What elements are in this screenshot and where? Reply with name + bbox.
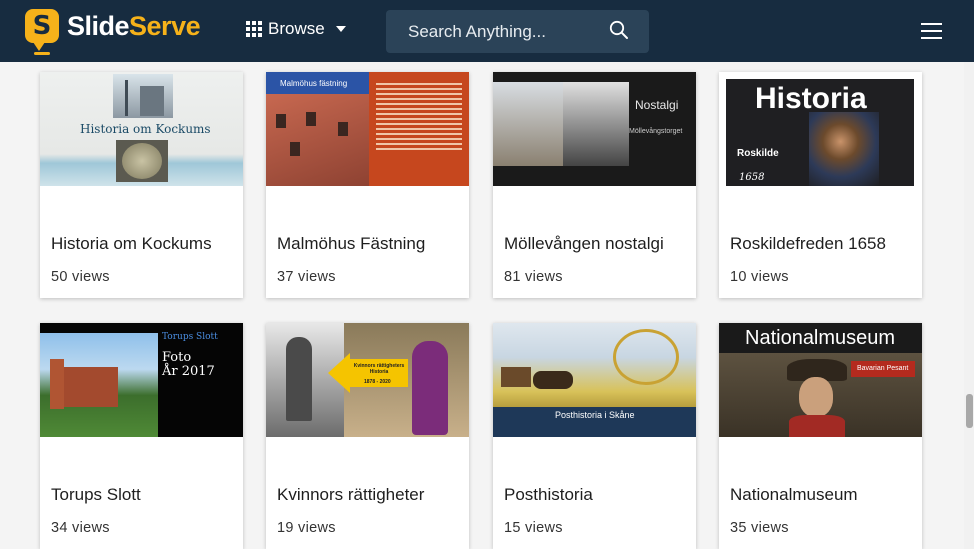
logo-icon: S bbox=[25, 9, 59, 55]
presentation-thumbnail[interactable]: Kvinnors rättigheters Historia 1878 - 20… bbox=[266, 323, 469, 437]
view-count: 37 views bbox=[277, 269, 336, 285]
presentation-card[interactable]: Historia Roskilde 1658 Roskildefreden 16… bbox=[719, 72, 922, 298]
presentation-thumbnail[interactable]: Malmöhus fästning bbox=[266, 72, 469, 186]
thumbnail-title: Kvinnors rättigheters Historia bbox=[353, 363, 405, 375]
brand-name: SlideServe bbox=[67, 11, 201, 41]
presentation-card[interactable]: Nostalgi Möllevångstorget Möllevången no… bbox=[493, 72, 696, 298]
top-navigation-bar: S SlideServe Browse bbox=[0, 0, 974, 62]
card-title[interactable]: Roskildefreden 1658 bbox=[730, 234, 886, 254]
thumbnail-subtitle: 1878 - 2020 bbox=[364, 379, 391, 385]
presentation-thumbnail[interactable]: Historia om Kockums bbox=[40, 72, 243, 186]
thumbnail-subtitle: Möllevångstorget bbox=[629, 128, 683, 135]
hamburger-menu-icon[interactable] bbox=[921, 23, 942, 39]
presentation-thumbnail[interactable]: Nostalgi Möllevångstorget bbox=[493, 72, 696, 186]
thumbnail-subtitle: Foto bbox=[162, 350, 192, 365]
search-icon[interactable] bbox=[609, 20, 629, 40]
presentation-card[interactable]: Kvinnors rättigheters Historia 1878 - 20… bbox=[266, 323, 469, 549]
presentation-card[interactable]: Malmöhus fästning Malmöhus Fästning 37 v… bbox=[266, 72, 469, 298]
presentation-card[interactable]: Posthistoria i Skåne Posthistoria 15 vie… bbox=[493, 323, 696, 549]
thumbnail-title: Nostalgi bbox=[635, 98, 679, 112]
thumbnail-title: Torups Slott bbox=[162, 332, 218, 342]
presentation-thumbnail[interactable]: Historia Roskilde 1658 bbox=[719, 72, 922, 186]
card-title[interactable]: Nationalmuseum bbox=[730, 485, 858, 505]
thumbnail-subtitle: Roskilde bbox=[737, 148, 779, 159]
page-scrollbar-track[interactable] bbox=[964, 62, 974, 549]
view-count: 50 views bbox=[51, 269, 110, 285]
thumbnail-year: 1658 bbox=[739, 172, 765, 183]
thumbnail-title: Nationalmuseum bbox=[745, 327, 896, 349]
browse-menu-button[interactable]: Browse bbox=[246, 19, 346, 39]
card-title[interactable]: Torups Slott bbox=[51, 485, 141, 505]
view-count: 35 views bbox=[730, 520, 789, 536]
card-title[interactable]: Malmöhus Fästning bbox=[277, 234, 425, 254]
presentation-thumbnail[interactable]: Posthistoria i Skåne bbox=[493, 323, 696, 437]
grid-icon bbox=[246, 21, 262, 37]
slideserve-logo[interactable]: S SlideServe bbox=[25, 9, 201, 55]
presentation-thumbnail[interactable]: Torups Slott Foto År 2017 bbox=[40, 323, 243, 437]
thumbnail-title: Posthistoria i Skåne bbox=[555, 410, 635, 420]
browse-label: Browse bbox=[268, 19, 325, 38]
card-title[interactable]: Posthistoria bbox=[504, 485, 593, 505]
view-count: 81 views bbox=[504, 269, 563, 285]
presentation-card[interactable]: Historia om Kockums Historia om Kockums … bbox=[40, 72, 243, 298]
thumbnail-title: Historia om Kockums bbox=[80, 122, 211, 136]
card-title[interactable]: Kvinnors rättigheter bbox=[277, 485, 424, 505]
presentation-thumbnail[interactable]: Nationalmuseum Bavarian Pesant bbox=[719, 323, 922, 437]
view-count: 19 views bbox=[277, 520, 336, 536]
thumbnail-year: År 2017 bbox=[162, 364, 215, 379]
presentation-card[interactable]: Nationalmuseum Bavarian Pesant Nationalm… bbox=[719, 323, 922, 549]
thumbnail-title: Historia bbox=[755, 82, 867, 115]
view-count: 15 views bbox=[504, 520, 563, 536]
page-scrollbar-thumb[interactable] bbox=[966, 394, 973, 428]
thumbnail-title: Malmöhus fästning bbox=[280, 79, 348, 88]
search-input[interactable] bbox=[386, 10, 606, 53]
view-count: 10 views bbox=[730, 269, 789, 285]
card-title[interactable]: Möllevången nostalgi bbox=[504, 234, 664, 254]
card-title[interactable]: Historia om Kockums bbox=[51, 234, 212, 254]
chevron-down-icon bbox=[335, 26, 346, 32]
thumbnail-subtitle: Bavarian Pesant bbox=[857, 365, 909, 372]
view-count: 34 views bbox=[51, 520, 110, 536]
presentation-card[interactable]: Torups Slott Foto År 2017 Torups Slott 3… bbox=[40, 323, 243, 549]
